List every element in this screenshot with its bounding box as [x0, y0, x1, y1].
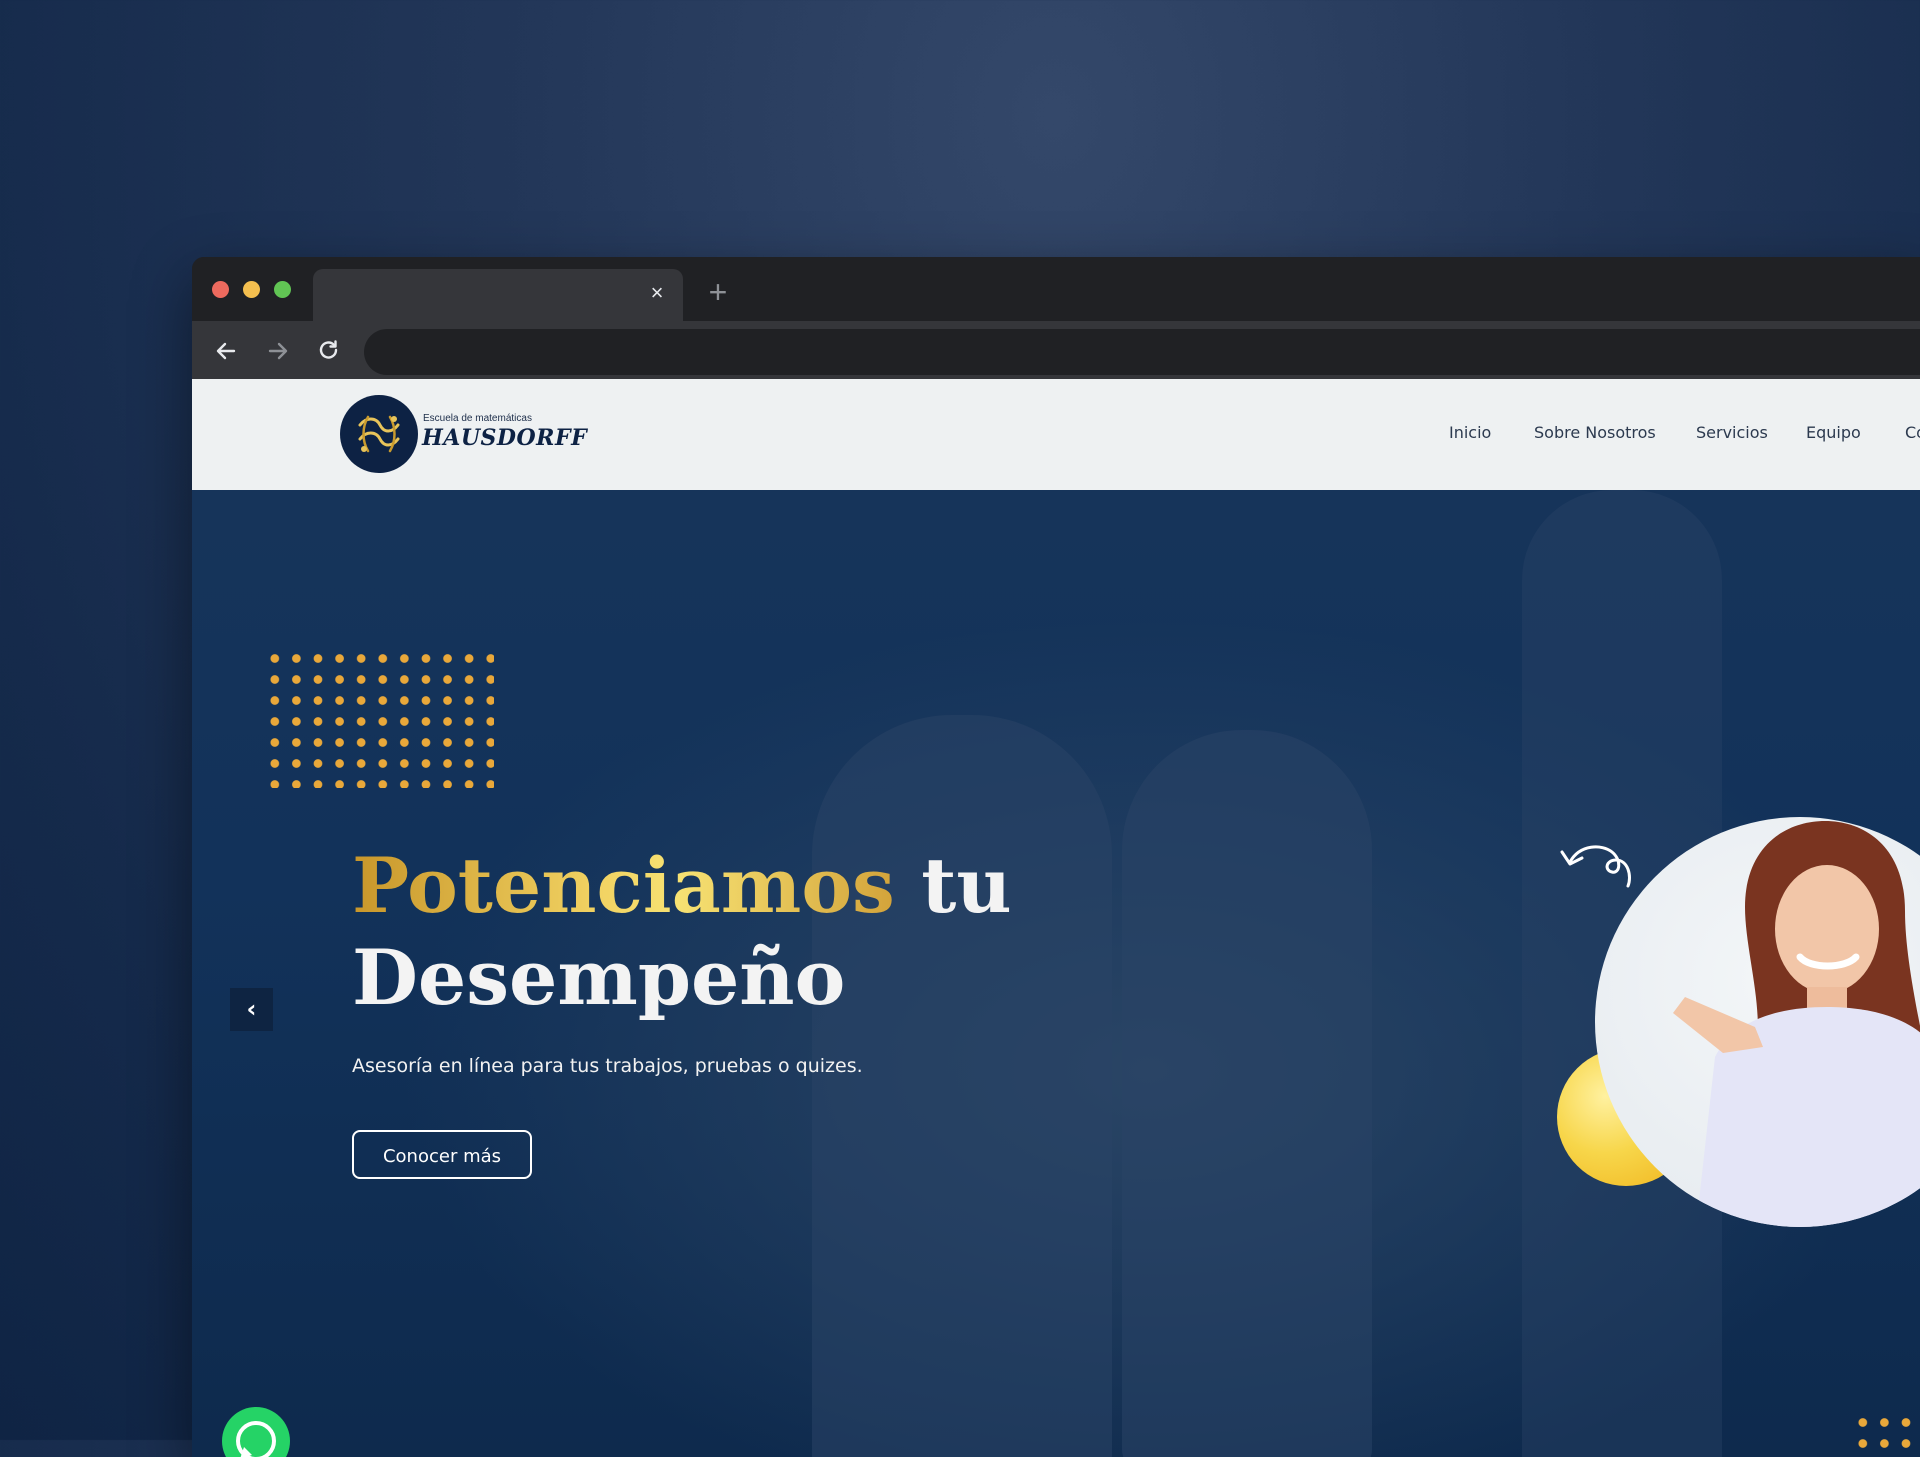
forward-arrow-icon[interactable]	[264, 337, 292, 365]
reload-icon[interactable]	[315, 337, 343, 365]
decorative-dot-grid-bottom	[1852, 1412, 1920, 1457]
hero-subtitle: Asesoría en línea para tus trabajos, pru…	[352, 1055, 863, 1077]
logo-subtitle: Escuela de matemáticas	[423, 413, 532, 424]
learn-more-button[interactable]: Conocer más	[352, 1130, 532, 1179]
nav-item-sobre-nosotros[interactable]: Sobre Nosotros	[1534, 423, 1656, 442]
window-close-button[interactable]	[212, 281, 229, 298]
nav-item-servicios[interactable]: Servicios	[1696, 423, 1768, 442]
nav-item-inicio[interactable]: Inicio	[1449, 423, 1491, 442]
web-page: Escuela de matemáticas HAUSDORFF Inicio …	[192, 379, 1920, 1457]
nav-item-equipo[interactable]: Equipo	[1806, 423, 1861, 442]
decorative-dot-grid	[264, 648, 494, 788]
window-maximize-button[interactable]	[274, 281, 291, 298]
logo-icon[interactable]	[340, 395, 418, 473]
hero-headline: Potenciamos tu Desempeño	[352, 840, 1012, 1024]
close-icon[interactable]: ×	[645, 281, 669, 305]
address-bar[interactable]	[364, 329, 1920, 375]
background-person-2	[1122, 730, 1372, 1457]
plus-icon[interactable]: +	[703, 276, 733, 308]
background-person-1	[812, 715, 1112, 1457]
whatsapp-icon[interactable]	[222, 1407, 290, 1457]
window-minimize-button[interactable]	[243, 281, 260, 298]
chevron-left-icon[interactable]: ‹	[230, 988, 273, 1031]
site-header: Escuela de matemáticas HAUSDORFF Inicio …	[192, 379, 1920, 490]
headline-highlight: Potenciamos	[352, 841, 895, 930]
logo-name[interactable]: HAUSDORFF	[422, 425, 587, 451]
browser-window: × + Escuela de matemáticas HAUSDORFF Ini…	[192, 257, 1920, 1457]
headline-line2: Desempeño	[352, 933, 846, 1022]
tab-bar: × +	[192, 257, 1920, 321]
curly-arrow-icon	[1560, 845, 1631, 888]
hero-section: Potenciamos tu Desempeño Asesoría en lín…	[192, 490, 1920, 1457]
back-arrow-icon[interactable]	[212, 337, 240, 365]
nav-item-contacto[interactable]: Co	[1905, 423, 1920, 442]
headline-line1-rest: tu	[894, 841, 1012, 930]
browser-tab[interactable]: ×	[313, 269, 683, 321]
browser-toolbar	[192, 321, 1920, 379]
